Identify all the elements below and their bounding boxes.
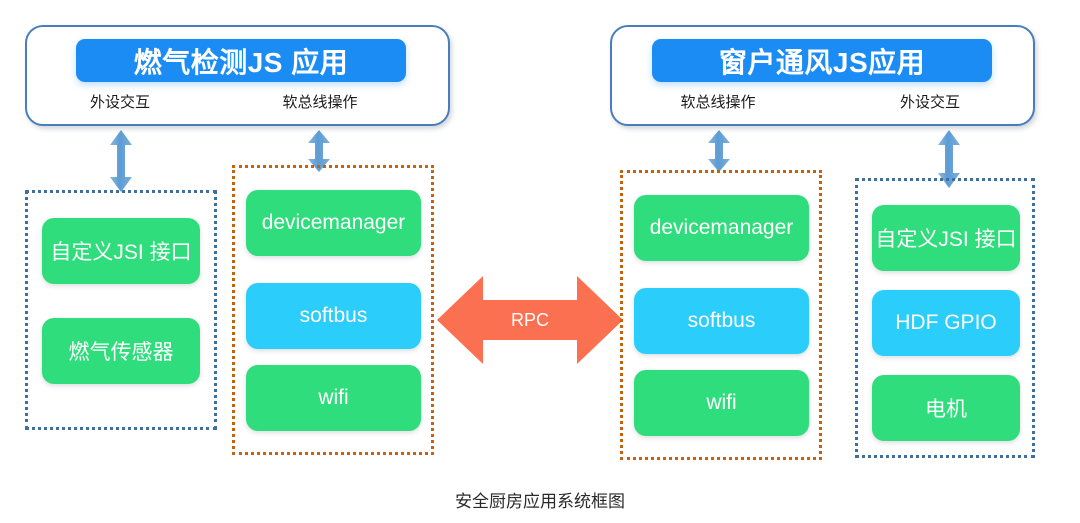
app-title-gas-detection: 燃气检测JS 应用 [76,39,406,82]
module-gas-sensor: 燃气传感器 [42,318,200,384]
module-softbus-right: softbus [634,288,809,354]
module-devicemanager-right: devicemanager [634,195,809,261]
module-wifi-right: wifi [634,370,809,436]
app-title-window-ventilation: 窗户通风JS应用 [652,39,992,82]
module-motor: 电机 [872,375,1020,441]
module-softbus-left: softbus [246,283,421,349]
module-wifi-left: wifi [246,365,421,431]
app-sublabel-left-softbus: 软总线操作 [282,94,358,111]
diagram-caption: 安全厨房应用系统框图 [455,492,625,511]
app-sublabel-right-peripheral: 外设交互 [899,94,960,111]
diagram-canvas: 燃气检测JS 应用 外设交互 软总线操作 窗户通风JS应用 软总线操作 外设交互 [0,0,1080,523]
app-sublabel-right-softbus: 软总线操作 [680,94,756,111]
module-hdf-gpio: HDF GPIO [872,290,1020,356]
module-custom-jsi-interface-left: 自定义JSI 接口 [42,218,200,284]
module-custom-jsi-interface-right: 自定义JSI 接口 [872,205,1020,271]
arrow-right-softbus [708,130,730,172]
app-sublabel-left-peripheral: 外设交互 [89,94,150,111]
rpc-label: RPC [510,309,549,330]
arrow-left-peripheral [110,130,132,192]
module-devicemanager-left: devicemanager [246,190,421,256]
